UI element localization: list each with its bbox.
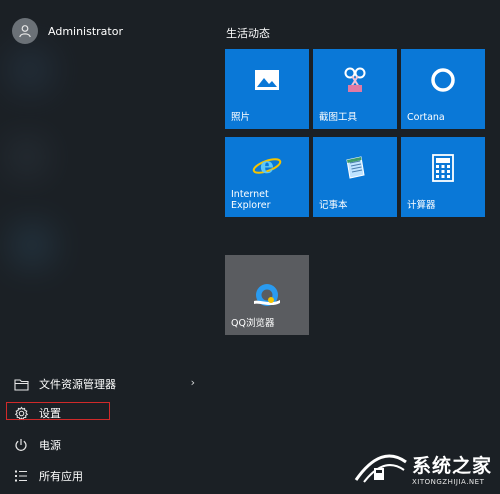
tile-notepad[interactable]: 记事本	[313, 137, 397, 217]
user-icon	[12, 18, 38, 44]
tile-photos[interactable]: 照片	[225, 49, 309, 129]
snipping-tool-icon	[313, 63, 397, 97]
chevron-right-icon[interactable]: ›	[191, 376, 195, 389]
tiles-section-title: 生活动态	[226, 27, 270, 40]
watermark: 系统之家 XITONGZHIJIA.NET	[354, 450, 492, 486]
power-icon	[13, 437, 29, 453]
qq-browser-icon	[225, 279, 309, 313]
calculator-icon	[401, 151, 485, 185]
tile-cortana[interactable]: Cortana	[401, 49, 485, 129]
file-explorer-item[interactable]: 文件资源管理器 ›	[0, 371, 205, 397]
cortana-icon	[401, 63, 485, 97]
watermark-logo-icon	[354, 454, 407, 483]
user-account[interactable]: Administrator	[12, 16, 123, 46]
user-name: Administrator	[48, 24, 123, 38]
tile-internet-explorer[interactable]: e Internet Explorer	[225, 137, 309, 217]
tile-label: Cortana	[407, 112, 445, 123]
highlight-box	[6, 402, 110, 420]
tile-snipping-tool[interactable]: 截图工具	[313, 49, 397, 129]
svg-text:e: e	[260, 153, 274, 179]
notepad-icon	[313, 151, 397, 185]
tile-calculator[interactable]: 计算器	[401, 137, 485, 217]
watermark-title: 系统之家	[411, 454, 492, 477]
tile-qq-browser[interactable]: QQ浏览器	[225, 255, 309, 335]
tile-label: 照片	[231, 112, 251, 123]
tile-label: QQ浏览器	[231, 318, 275, 329]
file-explorer-label: 文件资源管理器	[39, 378, 116, 391]
all-apps-item[interactable]: 所有应用	[0, 463, 205, 489]
all-apps-label: 所有应用	[39, 470, 83, 483]
tile-label: 计算器	[407, 200, 436, 211]
tile-label: 截图工具	[319, 112, 358, 123]
power-label: 电源	[39, 439, 61, 452]
tile-label: Internet Explorer	[231, 189, 271, 211]
power-item[interactable]: 电源	[0, 432, 205, 458]
list-icon	[13, 468, 29, 484]
folder-icon	[13, 376, 29, 392]
tile-label: 记事本	[319, 200, 348, 211]
internet-explorer-icon: e	[225, 149, 309, 183]
photos-icon	[225, 63, 309, 97]
watermark-subtitle: XITONGZHIJIA.NET	[411, 477, 485, 486]
